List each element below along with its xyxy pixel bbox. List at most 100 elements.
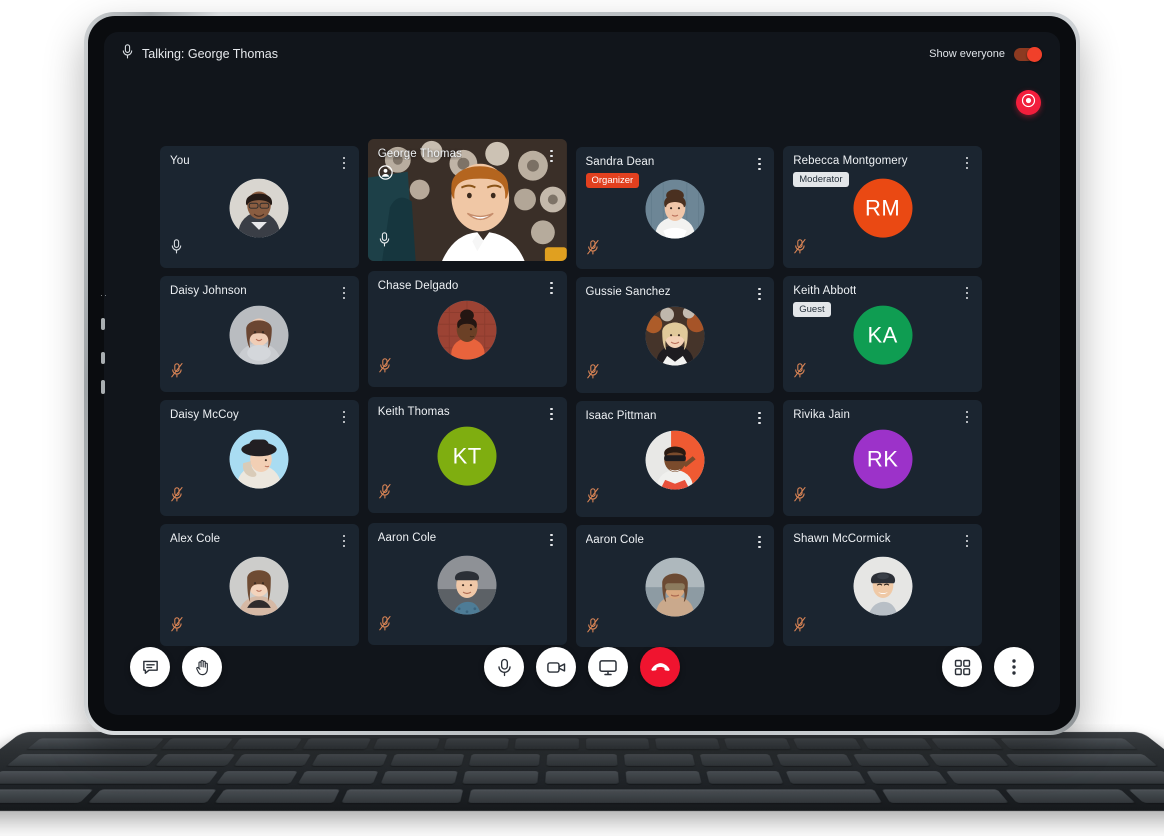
avatar bbox=[645, 430, 705, 490]
avatar bbox=[645, 179, 705, 239]
participant-name: Rivika Jain bbox=[793, 409, 850, 421]
volume-down-button[interactable] bbox=[101, 352, 105, 364]
tile-options-button[interactable] bbox=[753, 410, 765, 426]
tile-options-button[interactable] bbox=[338, 533, 350, 549]
kebab-menu-icon bbox=[1011, 658, 1017, 676]
record-button[interactable] bbox=[1016, 90, 1041, 115]
avatar bbox=[645, 306, 705, 366]
microphone-unmuted-icon bbox=[379, 232, 390, 252]
participant-name: Shawn McCormick bbox=[793, 533, 891, 545]
talking-label: Talking: George Thomas bbox=[142, 47, 278, 61]
role-badge-guest: Guest bbox=[793, 302, 831, 317]
participant-tile[interactable]: Daisy McCoy bbox=[160, 400, 359, 516]
participant-name: Sandra Dean bbox=[585, 156, 655, 168]
tile-options-button[interactable] bbox=[753, 286, 765, 302]
keyboard-base bbox=[0, 724, 1164, 836]
participant-tile[interactable]: Keith Thomas KT bbox=[367, 397, 567, 513]
avatar bbox=[437, 555, 497, 615]
participant-tile[interactable]: Gussie Sanchez bbox=[575, 277, 775, 393]
tile-options-button[interactable] bbox=[546, 532, 558, 548]
microphone-muted-icon bbox=[586, 240, 599, 260]
microphone-icon bbox=[122, 44, 133, 64]
tile-options-button[interactable] bbox=[338, 285, 350, 301]
participant-tile[interactable]: Rivika Jain RK bbox=[783, 400, 982, 516]
phone-hangup-icon bbox=[650, 660, 671, 674]
more-options-button[interactable] bbox=[994, 647, 1034, 687]
chat-bubble-icon bbox=[141, 658, 160, 677]
call-controls-toolbar bbox=[104, 619, 1060, 715]
show-everyone-label: Show everyone bbox=[929, 48, 1005, 60]
avatar bbox=[229, 178, 289, 238]
microphone-muted-icon bbox=[379, 358, 391, 378]
grid-column-1: You Daisy Johnson Daisy McCoy Alex Cole bbox=[160, 139, 359, 647]
raised-hand-icon bbox=[193, 658, 212, 677]
tile-options-button[interactable] bbox=[546, 406, 558, 422]
power-button[interactable] bbox=[101, 380, 105, 394]
microphone-muted-icon bbox=[586, 364, 599, 384]
participant-tile[interactable]: Keith Abbott Guest KA bbox=[783, 276, 982, 392]
participant-name: Daisy McCoy bbox=[170, 409, 239, 421]
participant-grid: You Daisy Johnson Daisy McCoy Alex Cole … bbox=[160, 139, 982, 647]
participant-tile[interactable]: Isaac Pittman bbox=[575, 401, 775, 517]
tile-options-button[interactable] bbox=[753, 156, 765, 172]
record-target-icon bbox=[1021, 93, 1036, 113]
top-bar-right: Show everyone bbox=[929, 46, 1042, 62]
tile-options-button[interactable] bbox=[753, 534, 765, 550]
toolbar-left-group bbox=[130, 647, 222, 687]
grid-column-3: Sandra Dean Organizer Gussie Sanchez Isa… bbox=[575, 139, 775, 647]
monitor-icon bbox=[598, 658, 618, 677]
camera-button[interactable] bbox=[536, 647, 576, 687]
tile-options-button[interactable] bbox=[961, 533, 973, 549]
participant-name: Keith Abbott bbox=[793, 285, 857, 297]
show-everyone-toggle[interactable] bbox=[1014, 46, 1042, 62]
microphone-muted-icon bbox=[379, 616, 391, 636]
toolbar-center-group bbox=[484, 647, 680, 687]
microphone-icon bbox=[496, 658, 513, 677]
raise-hand-button[interactable] bbox=[182, 647, 222, 687]
tile-options-button[interactable] bbox=[546, 148, 558, 164]
tile-options-button[interactable] bbox=[546, 280, 558, 296]
participant-name: Rebecca Montgomery bbox=[793, 155, 908, 167]
role-badge-organizer: Organizer bbox=[585, 173, 640, 188]
active-speaker-icon bbox=[378, 165, 393, 180]
microphone-muted-icon bbox=[586, 488, 599, 508]
grid-squares-icon bbox=[954, 659, 971, 676]
avatar-initials: RK bbox=[853, 429, 913, 489]
participant-tile-active-speaker[interactable]: George Thomas bbox=[367, 139, 567, 261]
participant-tile[interactable]: Sandra Dean Organizer bbox=[575, 147, 775, 269]
microphone-unmuted-icon bbox=[171, 239, 182, 259]
avatar bbox=[229, 556, 289, 616]
participant-name: Aaron Cole bbox=[377, 532, 437, 544]
microphone-button[interactable] bbox=[484, 647, 524, 687]
tile-options-button[interactable] bbox=[961, 409, 973, 425]
participant-tile[interactable]: You bbox=[160, 146, 359, 268]
tile-options-button[interactable] bbox=[338, 409, 350, 425]
microphone-muted-icon bbox=[794, 239, 806, 259]
participant-tile[interactable]: Rebecca Montgomery Moderator RM bbox=[783, 146, 982, 268]
participant-tile[interactable]: Chase Delgado bbox=[367, 271, 567, 387]
microphone-muted-icon bbox=[171, 363, 183, 383]
microphone-muted-icon bbox=[794, 617, 806, 637]
video-call-app: Talking: George Thomas Show everyone You… bbox=[104, 32, 1060, 715]
tile-options-button[interactable] bbox=[338, 155, 350, 171]
volume-up-button[interactable] bbox=[101, 318, 105, 330]
share-screen-button[interactable] bbox=[588, 647, 628, 687]
chat-button[interactable] bbox=[130, 647, 170, 687]
grid-column-2: George Thomas Chase Delgado Keith Thomas… bbox=[367, 139, 567, 647]
avatar-initials: KA bbox=[853, 305, 913, 365]
layout-grid-button[interactable] bbox=[942, 647, 982, 687]
toolbar-right-group bbox=[942, 647, 1034, 687]
microphone-muted-icon bbox=[794, 487, 806, 507]
participant-tile[interactable]: Daisy Johnson bbox=[160, 276, 359, 392]
end-call-button[interactable] bbox=[640, 647, 680, 687]
video-camera-icon bbox=[546, 658, 567, 677]
participant-name: George Thomas bbox=[377, 148, 462, 160]
role-badge-moderator: Moderator bbox=[793, 172, 849, 187]
grid-column-4: Rebecca Montgomery Moderator RM Keith Ab… bbox=[783, 139, 982, 647]
tile-options-button[interactable] bbox=[961, 155, 973, 171]
microphone-muted-icon bbox=[379, 484, 391, 504]
microphone-muted-icon bbox=[171, 487, 183, 507]
avatar-initials: KT bbox=[437, 426, 497, 486]
participant-name: Chase Delgado bbox=[377, 280, 459, 292]
tile-options-button[interactable] bbox=[961, 285, 973, 301]
